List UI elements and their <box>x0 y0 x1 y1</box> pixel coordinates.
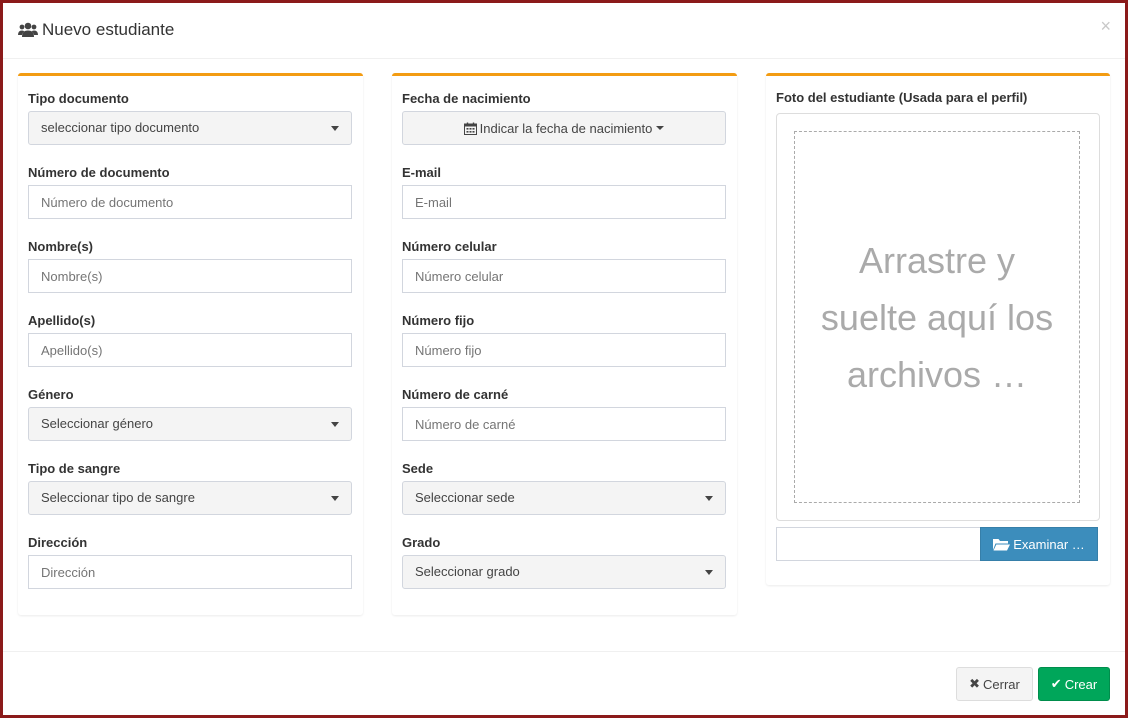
times-icon: ✖ <box>969 676 981 691</box>
email-label: E-mail <box>402 165 442 180</box>
nombres-input[interactable] <box>28 259 352 293</box>
check-icon: ✔ <box>1050 676 1062 691</box>
caret-down-icon <box>331 422 339 427</box>
modal-title: Nuevo estudiante <box>42 20 175 39</box>
close-icon[interactable]: × <box>1100 17 1111 35</box>
new-student-modal: Nuevo estudiante × Tipo documento selecc… <box>3 3 1125 715</box>
fijo-input[interactable] <box>402 333 726 367</box>
calendar-icon <box>463 122 477 135</box>
modal-title-wrap: Nuevo estudiante <box>18 20 174 40</box>
create-button[interactable]: ✔ Crear <box>1038 667 1110 701</box>
file-drop-zone[interactable]: Arrastre y suelte aquí los archivos … <box>794 131 1080 503</box>
numero-documento-label: Número de documento <box>28 165 170 180</box>
genero-select[interactable]: Seleccionar género <box>28 407 352 441</box>
file-preview-panel: Arrastre y suelte aquí los archivos … <box>776 113 1100 521</box>
apellidos-label: Apellido(s) <box>28 313 96 328</box>
folder-open-icon <box>993 538 1011 550</box>
tipo-sangre-label: Tipo de sangre <box>28 461 121 476</box>
caret-down-icon <box>656 126 665 130</box>
grado-label: Grado <box>402 535 441 550</box>
direccion-label: Dirección <box>28 535 88 550</box>
contact-info-box: Fecha de nacimiento Indicar la fecha de … <box>392 73 737 615</box>
browse-button[interactable]: Examinar … <box>980 527 1098 561</box>
celular-label: Número celular <box>402 239 497 254</box>
grado-select[interactable]: Seleccionar grado <box>402 555 726 589</box>
sede-value: Seleccionar sede <box>415 490 515 505</box>
modal-footer: ✖ Cerrar ✔ Crear <box>3 651 1125 715</box>
direccion-input[interactable] <box>28 555 352 589</box>
close-button[interactable]: ✖ Cerrar <box>956 667 1033 701</box>
caret-down-icon <box>705 570 713 575</box>
tipo-documento-label: Tipo documento <box>28 91 129 106</box>
fijo-label: Número fijo <box>402 313 475 328</box>
tipo-sangre-value: Seleccionar tipo de sangre <box>41 490 195 505</box>
photo-label: Foto del estudiante (Usada para el perfi… <box>776 90 1028 105</box>
caret-down-icon <box>331 496 339 501</box>
sede-label: Sede <box>402 461 434 476</box>
modal-header: Nuevo estudiante × <box>3 3 1125 59</box>
users-icon <box>18 22 38 37</box>
celular-input[interactable] <box>402 259 726 293</box>
numero-documento-input[interactable] <box>28 185 352 219</box>
tipo-documento-select[interactable]: seleccionar tipo documento <box>28 111 352 145</box>
email-input[interactable] <box>402 185 726 219</box>
photo-box: Foto del estudiante (Usada para el perfi… <box>766 73 1110 585</box>
carne-label: Número de carné <box>402 387 509 402</box>
sede-select[interactable]: Seleccionar sede <box>402 481 726 515</box>
personal-info-box: Tipo documento seleccionar tipo document… <box>18 73 363 615</box>
browse-button-label: Examinar … <box>1013 536 1085 552</box>
carne-input[interactable] <box>402 407 726 441</box>
tipo-sangre-select[interactable]: Seleccionar tipo de sangre <box>28 481 352 515</box>
caret-down-icon <box>705 496 713 501</box>
fecha-nacimiento-button-label: Indicar la fecha de nacimiento <box>479 120 653 136</box>
file-caption-input[interactable] <box>776 527 981 561</box>
caret-down-icon <box>331 126 339 131</box>
apellidos-input[interactable] <box>28 333 352 367</box>
tipo-documento-value: seleccionar tipo documento <box>41 120 200 135</box>
genero-label: Género <box>28 387 74 402</box>
close-button-label: Cerrar <box>983 676 1020 692</box>
genero-value: Seleccionar género <box>41 416 154 431</box>
fecha-nacimiento-button[interactable]: Indicar la fecha de nacimiento <box>402 111 726 145</box>
fecha-nacimiento-label: Fecha de nacimiento <box>402 91 531 106</box>
nombres-label: Nombre(s) <box>28 239 94 254</box>
grado-value: Seleccionar grado <box>415 564 520 579</box>
create-button-label: Crear <box>1064 676 1098 692</box>
